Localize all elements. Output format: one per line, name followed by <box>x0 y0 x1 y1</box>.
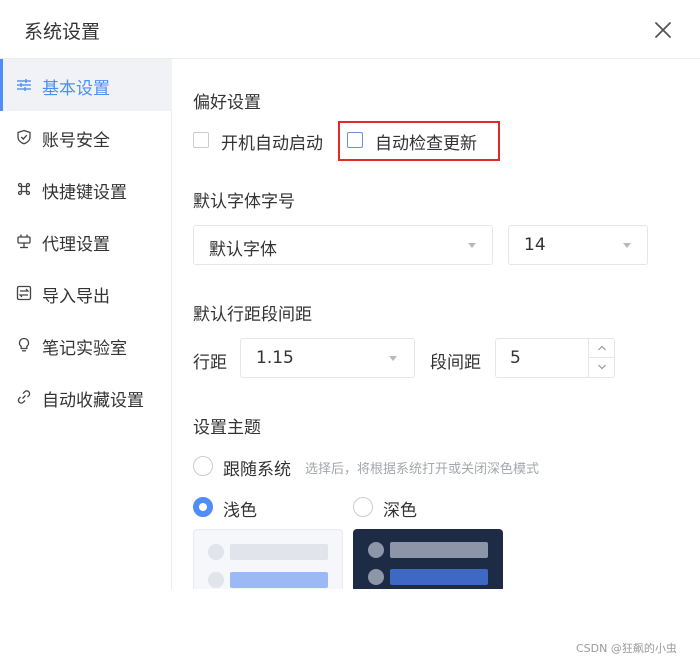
light-theme-label[interactable]: 浅色 <box>223 496 257 521</box>
font-family-select[interactable]: 默认字体 <box>193 225 493 265</box>
preview-dot <box>208 572 224 588</box>
preview-dot <box>208 544 224 560</box>
line-spacing-select[interactable]: 1.15 <box>240 338 415 378</box>
import-export-icon <box>16 285 32 301</box>
close-button[interactable] <box>650 17 676 43</box>
preview-dot <box>368 569 384 585</box>
sidebar-item-notes-lab[interactable]: 笔记实验室 <box>0 319 172 371</box>
auto-update-label[interactable]: 自动检查更新 <box>375 129 477 154</box>
sidebar-item-label: 账号安全 <box>42 131 110 151</box>
follow-system-label[interactable]: 跟随系统 <box>223 455 291 480</box>
font-family-value: 默认字体 <box>209 240 277 260</box>
sidebar-item-proxy[interactable]: 代理设置 <box>0 215 172 267</box>
font-size-select[interactable]: 14 <box>508 225 648 265</box>
sidebar-item-basic-settings[interactable]: 基本设置 <box>0 59 172 111</box>
follow-system-hint: 选择后，将根据系统打开或关闭深色模式 <box>305 462 540 477</box>
preview-dot <box>368 542 384 558</box>
plug-icon <box>17 234 31 249</box>
quantity-stepper <box>588 339 615 377</box>
sidebar-item-label: 笔记实验室 <box>42 339 127 359</box>
sidebar-item-label: 自动收藏设置 <box>42 391 144 411</box>
paragraph-spacing-label: 段间距 <box>430 353 481 373</box>
line-spacing-label: 行距 <box>193 353 227 373</box>
bulb-icon <box>18 337 30 352</box>
dark-theme-radio[interactable] <box>353 497 373 517</box>
command-icon <box>17 182 31 196</box>
sidebar-item-account-security[interactable]: 账号安全 <box>0 111 172 163</box>
sidebar-item-import-export[interactable]: 导入导出 <box>0 267 172 319</box>
close-icon[interactable] <box>650 17 676 43</box>
sidebar-item-label: 基本设置 <box>42 79 110 99</box>
light-theme-preview[interactable] <box>193 529 343 589</box>
sliders-icon <box>17 79 31 91</box>
shield-icon <box>17 129 31 145</box>
sidebar-item-shortcuts[interactable]: 快捷键设置 <box>0 163 172 215</box>
chevron-down-icon <box>623 243 631 248</box>
autostart-checkbox[interactable] <box>193 132 209 148</box>
paragraph-spacing-input[interactable]: 5 <box>495 338 615 378</box>
dark-theme-preview[interactable] <box>353 529 503 589</box>
sidebar: 基本设置 账号安全 快捷键设置 代理设置 导入导出 笔记实验室 自动收藏设置 <box>0 59 172 589</box>
link-icon <box>17 390 31 404</box>
sidebar-item-label: 快捷键设置 <box>42 183 127 203</box>
line-spacing-value: 1.15 <box>256 348 294 368</box>
preview-bar <box>390 542 488 558</box>
paragraph-spacing-value[interactable]: 5 <box>510 348 521 368</box>
watermark: CSDN @狂飙的小虫 <box>576 642 677 655</box>
stepper-down-button[interactable] <box>589 358 615 377</box>
preferences-title: 偏好设置 <box>193 93 261 113</box>
dark-theme-label[interactable]: 深色 <box>383 496 417 521</box>
stepper-up-button[interactable] <box>589 339 615 358</box>
preview-bar <box>230 544 328 560</box>
font-size-value: 14 <box>524 235 546 255</box>
chevron-down-icon <box>389 356 397 361</box>
preview-bar <box>390 569 488 585</box>
auto-update-checkbox[interactable] <box>347 132 363 148</box>
dialog-title: 系统设置 <box>24 21 101 43</box>
spacing-title: 默认行距段间距 <box>193 305 312 325</box>
chevron-down-icon <box>468 243 476 248</box>
autostart-label[interactable]: 开机自动启动 <box>221 129 323 154</box>
preview-bar <box>230 572 328 588</box>
theme-title: 设置主题 <box>193 418 261 438</box>
sidebar-item-label: 代理设置 <box>42 235 110 255</box>
chevron-up-icon <box>598 345 606 351</box>
chevron-down-icon <box>598 364 606 370</box>
light-theme-radio[interactable] <box>193 497 213 517</box>
sidebar-item-label: 导入导出 <box>42 287 110 307</box>
follow-system-radio[interactable] <box>193 456 213 476</box>
sidebar-item-auto-favorite[interactable]: 自动收藏设置 <box>0 371 172 423</box>
dialog-header: 系统设置 <box>0 0 700 59</box>
font-title: 默认字体字号 <box>193 192 295 212</box>
